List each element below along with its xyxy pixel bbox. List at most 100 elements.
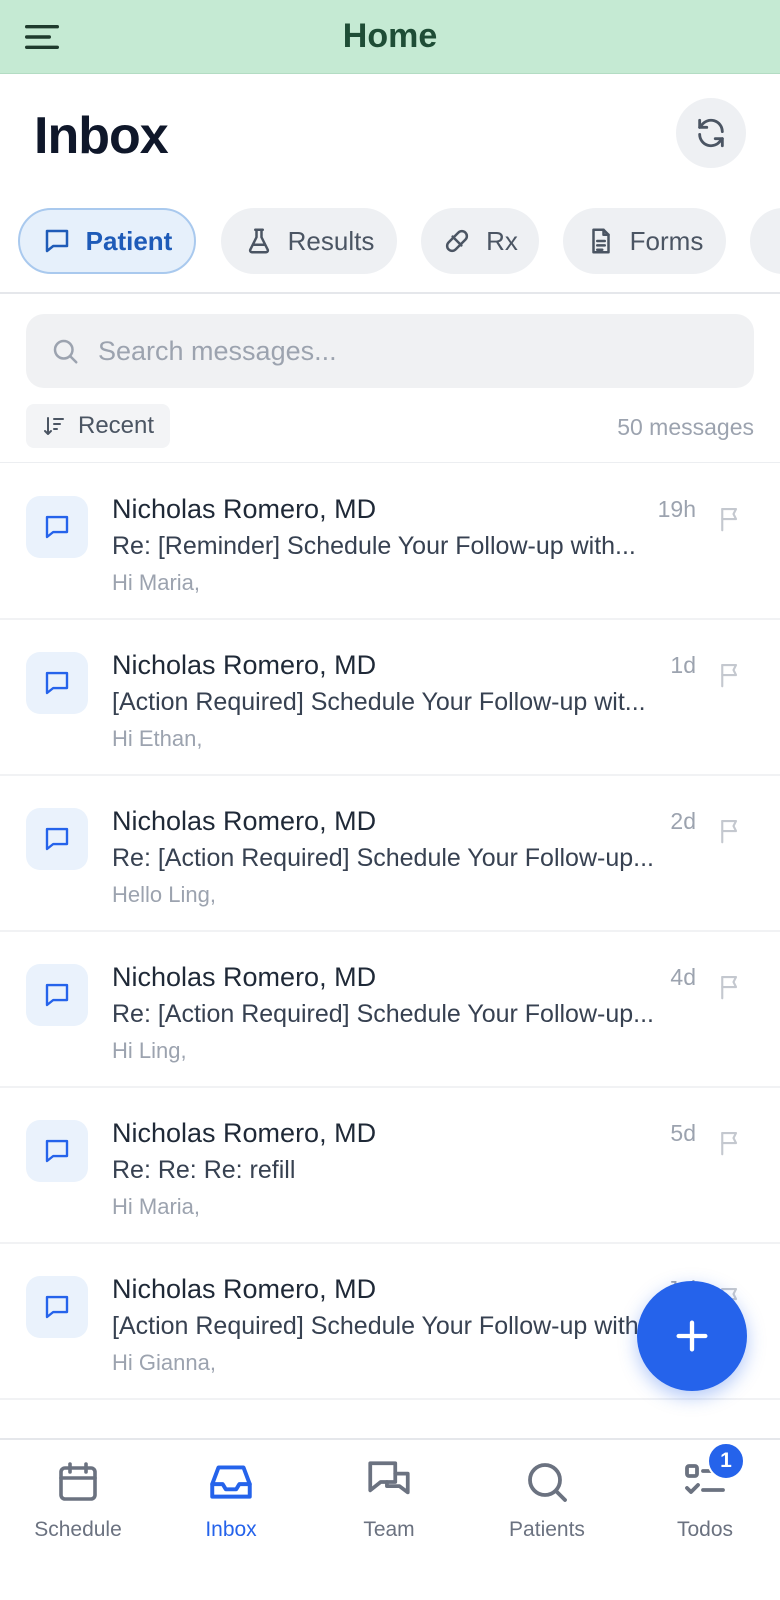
message-subject: Re: [Action Required] Schedule Your Foll… bbox=[112, 844, 654, 872]
nav-inbox[interactable]: Inbox bbox=[153, 1454, 309, 1564]
chat-bubble-icon bbox=[45, 515, 69, 539]
message-time: 4d bbox=[670, 964, 696, 990]
message-sender: Nicholas Romero, MD bbox=[112, 1274, 377, 1304]
nav-label: Inbox bbox=[205, 1518, 257, 1541]
tab-label: Results bbox=[287, 225, 375, 256]
message-sender: Nicholas Romero, MD bbox=[112, 806, 377, 836]
message-row[interactable]: Nicholas Romero, MD 5d Re: Re: Re: refill H… bbox=[0, 1088, 780, 1244]
message-sender: Nicholas Romero, MD bbox=[112, 494, 377, 524]
search-icon bbox=[53, 339, 78, 364]
nav-team[interactable]: Team bbox=[311, 1454, 467, 1564]
tab-more-partial[interactable] bbox=[750, 208, 780, 274]
message-row[interactable]: Nicholas Romero, MD 19h Re: [Reminder] Sch… bbox=[0, 464, 780, 620]
list-divider bbox=[0, 462, 780, 463]
message-avatar bbox=[26, 652, 88, 714]
chat-bubble-icon bbox=[45, 983, 69, 1007]
flag-icon bbox=[721, 1131, 738, 1156]
flag-button[interactable] bbox=[716, 504, 746, 534]
tab-patient[interactable]: Patient bbox=[18, 208, 196, 274]
message-preview: Hi Ethan, bbox=[112, 726, 203, 751]
flag-button[interactable] bbox=[716, 660, 746, 690]
plus-icon bbox=[676, 1320, 708, 1352]
message-sender: Nicholas Romero, MD bbox=[112, 650, 377, 680]
message-sender: Nicholas Romero, MD bbox=[112, 1118, 377, 1148]
chat-bubble-icon bbox=[45, 229, 68, 253]
message-time: 5d bbox=[670, 1120, 696, 1146]
message-preview: Hi Gianna, bbox=[112, 1350, 216, 1375]
sort-bar: Recent 50 messages bbox=[0, 402, 780, 452]
compose-button[interactable] bbox=[637, 1281, 747, 1391]
message-time: 19h bbox=[657, 496, 696, 522]
menu-icon bbox=[25, 25, 59, 49]
message-row[interactable]: Nicholas Romero, MD 4d Re: [Action Require… bbox=[0, 932, 780, 1088]
sort-label: Recent bbox=[78, 412, 155, 439]
category-tabs: Patient Results Rx Forms bbox=[0, 208, 780, 278]
nav-todos[interactable]: 1 Todos bbox=[627, 1442, 780, 1564]
search-icon bbox=[528, 1463, 567, 1502]
chat-bubble-icon bbox=[45, 827, 69, 851]
tab-results[interactable]: Results bbox=[221, 208, 397, 274]
flag-icon bbox=[721, 663, 738, 688]
nav-label: Patients bbox=[509, 1518, 585, 1541]
search-bar[interactable] bbox=[26, 314, 754, 388]
nav-label: Team bbox=[363, 1518, 415, 1541]
nav-schedule[interactable]: Schedule bbox=[0, 1454, 156, 1564]
inbox-header: Inbox bbox=[0, 74, 780, 194]
flag-button[interactable] bbox=[716, 972, 746, 1002]
message-subject: Re: [Reminder] Schedule Your Follow-up w… bbox=[112, 532, 636, 560]
hamburger-menu-button[interactable] bbox=[22, 20, 62, 54]
nav-label: Todos bbox=[676, 1518, 734, 1541]
chat-bubble-icon bbox=[45, 1295, 69, 1319]
message-avatar bbox=[26, 496, 88, 558]
message-time: 2d bbox=[670, 808, 696, 834]
message-preview: Hi Maria, bbox=[112, 570, 201, 595]
message-subject: [Action Required] Schedule Your Follow-u… bbox=[112, 1312, 660, 1340]
chat-bubble-icon bbox=[45, 671, 69, 695]
message-count: 50 messages bbox=[617, 414, 754, 440]
tab-forms[interactable]: Forms bbox=[563, 208, 726, 274]
app-bar-title: Home bbox=[342, 17, 438, 55]
top-app-bar: Home bbox=[0, 0, 780, 74]
message-preview: Hello Ling, bbox=[112, 882, 216, 907]
chat-bubble-icon bbox=[45, 1139, 69, 1163]
nav-label: Schedule bbox=[34, 1518, 122, 1541]
tab-label: Forms bbox=[629, 225, 704, 256]
tab-rx[interactable]: Rx bbox=[421, 208, 539, 274]
nav-patients[interactable]: Patients bbox=[469, 1454, 625, 1564]
inbox-icon bbox=[210, 1465, 252, 1499]
message-row[interactable]: Nicholas Romero, MD 2d Re: [Action Require… bbox=[0, 776, 780, 932]
tab-label: Patient bbox=[85, 225, 173, 256]
message-subject: Re: Re: Re: refill bbox=[112, 1156, 296, 1184]
flag-button[interactable] bbox=[716, 1128, 746, 1158]
sort-button[interactable]: Recent bbox=[26, 404, 171, 448]
flag-button[interactable] bbox=[716, 816, 746, 846]
chat-bubbles-icon bbox=[368, 1461, 410, 1495]
document-icon bbox=[591, 228, 610, 254]
flag-icon bbox=[721, 975, 738, 1000]
message-sender: Nicholas Romero, MD bbox=[112, 962, 377, 992]
refresh-button[interactable] bbox=[676, 98, 746, 168]
message-preview: Hi Ling, bbox=[112, 1038, 187, 1063]
flask-icon bbox=[248, 228, 269, 254]
flag-icon bbox=[721, 507, 738, 532]
message-subject: Re: [Action Required] Schedule Your Foll… bbox=[112, 1000, 654, 1028]
todos-badge: 1 bbox=[707, 1442, 745, 1480]
tab-label: Rx bbox=[486, 225, 518, 256]
message-avatar bbox=[26, 964, 88, 1026]
message-subject: [Action Required] Schedule Your Follow-u… bbox=[112, 688, 646, 716]
search-input[interactable] bbox=[98, 335, 698, 367]
pill-icon bbox=[445, 229, 469, 253]
bottom-navigation: Schedule Inbox Team Patients 1 Todos bbox=[0, 1438, 780, 1600]
message-row[interactable]: Nicholas Romero, MD 1d [Action Required] S… bbox=[0, 620, 780, 776]
page-title: Inbox bbox=[34, 107, 169, 165]
message-preview: Hi Maria, bbox=[112, 1194, 201, 1219]
sort-descending-icon bbox=[44, 417, 64, 435]
message-avatar bbox=[26, 808, 88, 870]
tabs-divider bbox=[0, 292, 780, 294]
calendar-icon bbox=[59, 1462, 97, 1501]
flag-icon bbox=[721, 819, 738, 844]
message-avatar bbox=[26, 1120, 88, 1182]
refresh-icon bbox=[698, 118, 724, 148]
message-time: 1d bbox=[670, 652, 696, 678]
message-avatar bbox=[26, 1276, 88, 1338]
